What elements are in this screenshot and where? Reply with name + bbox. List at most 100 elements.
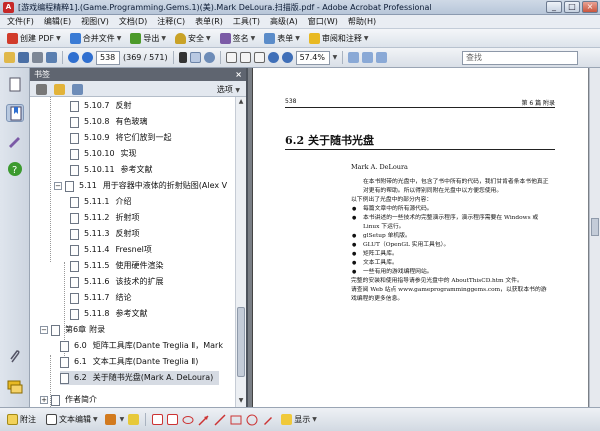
- previous-page-icon[interactable]: [68, 52, 79, 63]
- bookmark-item[interactable]: 5.11.7 结论: [70, 291, 131, 305]
- comments-icon[interactable]: [6, 378, 24, 396]
- scroll-up-icon[interactable]: ▲: [237, 98, 245, 107]
- bookmark-item[interactable]: 5.10.8 有色玻璃: [70, 115, 147, 129]
- bookmarks-icon[interactable]: [6, 104, 24, 122]
- menu-window[interactable]: 窗口(W): [303, 16, 343, 27]
- forms-button[interactable]: 表单 ▼: [261, 31, 303, 46]
- callout-icon[interactable]: [152, 414, 164, 425]
- cloud-icon[interactable]: [182, 414, 194, 426]
- export-button[interactable]: 导出 ▼: [127, 31, 169, 46]
- bookmark-item[interactable]: 5.11.1 介绍: [70, 195, 131, 209]
- bookmark-scrollbar[interactable]: ▲ ▼: [235, 97, 246, 407]
- fit-width-icon[interactable]: [253, 52, 265, 63]
- pdf-page[interactable]: 538 第 6 篇 附录 6.2 关于随书光盘 Mark A. DeLoura …: [252, 68, 588, 407]
- text-edit-icon: [46, 414, 57, 425]
- highlight-icon[interactable]: [128, 414, 140, 425]
- search-input[interactable]: 查找: [462, 51, 578, 65]
- bookmark-item[interactable]: 5.11.3 反射项: [70, 227, 139, 241]
- menu-help[interactable]: 帮助(H): [343, 16, 381, 27]
- show-menu-button[interactable]: 显示 ▼: [278, 412, 320, 427]
- pencil-icon[interactable]: [262, 414, 274, 426]
- single-page-icon[interactable]: [348, 52, 360, 63]
- zoom-level-input[interactable]: 57.4%: [295, 50, 330, 65]
- collapse-toggle-icon[interactable]: −: [54, 182, 62, 190]
- page-icon: [70, 260, 79, 272]
- close-button[interactable]: ×: [582, 1, 598, 13]
- text-box-icon[interactable]: [167, 414, 179, 425]
- delete-icon[interactable]: [36, 84, 47, 95]
- signatures-icon[interactable]: [6, 132, 24, 150]
- bookmark-item[interactable]: 5.10.11 参考文献: [70, 163, 153, 177]
- attachments-icon[interactable]: [6, 348, 24, 366]
- zoom-out-icon[interactable]: [267, 52, 279, 63]
- rotate-icon[interactable]: [376, 52, 388, 63]
- rectangle-icon[interactable]: [230, 414, 242, 426]
- bookmark-item[interactable]: 6.1 文本工具库(Dante Treglia Ⅱ): [60, 355, 198, 369]
- menu-document[interactable]: 文档(D): [114, 16, 152, 27]
- menu-tools[interactable]: 工具(T): [228, 16, 265, 27]
- sign-button[interactable]: 签名 ▼: [217, 31, 259, 46]
- fit-page-icon[interactable]: [239, 52, 251, 63]
- page-icon: [70, 100, 79, 112]
- scroll-down-icon[interactable]: ▼: [237, 397, 245, 406]
- new-bookmark-icon[interactable]: [54, 84, 65, 95]
- create-pdf-button[interactable]: 创建 PDF ▼: [4, 31, 64, 46]
- stamp-icon[interactable]: [104, 414, 116, 425]
- combine-files-button[interactable]: 合并文件 ▼: [67, 31, 125, 46]
- email-icon[interactable]: [46, 52, 57, 63]
- select-text-icon[interactable]: [178, 52, 187, 63]
- bookmark-item[interactable]: 5.11.4 Fresnel项: [70, 243, 152, 257]
- expand-toggle-icon[interactable]: +: [40, 396, 48, 404]
- bookmark-item-expanded[interactable]: −5.11 用于容器中液体的折射贴图(Alex V: [54, 179, 227, 193]
- hand-tool-icon[interactable]: [189, 52, 201, 63]
- oval-icon[interactable]: [246, 414, 258, 426]
- bookmark-item[interactable]: 5.10.9 将它们放到一起: [70, 131, 171, 145]
- continuous-icon[interactable]: [362, 52, 374, 63]
- next-page-icon[interactable]: [82, 52, 93, 63]
- menu-comments[interactable]: 注释(C): [152, 16, 190, 27]
- bookmark-tree: 5.10.7 反射 5.10.8 有色玻璃 5.10.9 将它们放到一起 5.10.1…: [30, 97, 237, 407]
- bookmark-item[interactable]: 6.0 矩阵工具库(Dante Treglia Ⅱ，Mark: [60, 339, 223, 353]
- menu-view[interactable]: 视图(V): [76, 16, 114, 27]
- bookmark-item[interactable]: 5.11.5 使用硬件渲染: [70, 259, 163, 273]
- bookmark-item[interactable]: 5.11.6 该技术的扩展: [70, 275, 163, 289]
- acrobat-app-icon[interactable]: A: [3, 2, 14, 13]
- author-name: Mark A. DeLoura: [351, 163, 408, 171]
- bookmark-item-expanded[interactable]: − 第6章 附录: [40, 323, 105, 337]
- maximize-button[interactable]: □: [564, 1, 580, 13]
- expand-bookmark-icon[interactable]: [72, 84, 83, 95]
- help-icon[interactable]: ?: [6, 160, 24, 178]
- panel-close-button[interactable]: ×: [235, 68, 242, 81]
- bookmark-item[interactable]: 5.10.10 实现: [70, 147, 137, 161]
- menu-edit[interactable]: 编辑(E): [39, 16, 76, 27]
- options-menu[interactable]: 选项 ▼: [217, 84, 240, 95]
- arrow-icon[interactable]: [198, 414, 210, 426]
- bookmark-item-selected[interactable]: 6.2 关于随书光盘(Mark A. DeLoura): [60, 371, 220, 385]
- sticky-note-button[interactable]: 附注: [4, 412, 39, 427]
- scroll-thumb[interactable]: [237, 307, 245, 377]
- document-scrollbar[interactable]: [589, 68, 600, 407]
- bookmark-item[interactable]: 5.11.2 折射项: [70, 211, 139, 225]
- text-edits-button[interactable]: 文本编辑 ▼: [43, 412, 101, 427]
- menu-advanced[interactable]: 高级(A): [265, 16, 303, 27]
- scroll-thumb[interactable]: [591, 218, 599, 236]
- menu-file[interactable]: 文件(F): [2, 16, 39, 27]
- zoom-tool-icon[interactable]: [203, 52, 215, 63]
- bookmark-item[interactable]: + 作者简介: [40, 393, 97, 407]
- open-folder-icon[interactable]: [4, 52, 15, 63]
- line-icon[interactable]: [214, 413, 226, 426]
- secure-button[interactable]: 安全 ▼: [172, 31, 214, 46]
- page-number-input[interactable]: 538: [96, 50, 120, 65]
- bookmark-item[interactable]: 5.11.8 参考文献: [70, 307, 147, 321]
- lock-icon: [175, 32, 187, 44]
- review-comment-button[interactable]: 审阅和注释 ▼: [306, 31, 372, 46]
- minimize-button[interactable]: _: [546, 1, 562, 13]
- zoom-in-icon[interactable]: [281, 52, 293, 63]
- pages-icon[interactable]: [6, 76, 24, 94]
- collapse-toggle-icon[interactable]: −: [40, 326, 48, 334]
- bookmark-item[interactable]: 5.10.7 反射: [70, 99, 131, 113]
- menu-forms[interactable]: 表单(R): [190, 16, 228, 27]
- actual-size-icon[interactable]: [225, 52, 237, 63]
- save-icon[interactable]: [18, 52, 29, 63]
- print-icon[interactable]: [32, 52, 43, 63]
